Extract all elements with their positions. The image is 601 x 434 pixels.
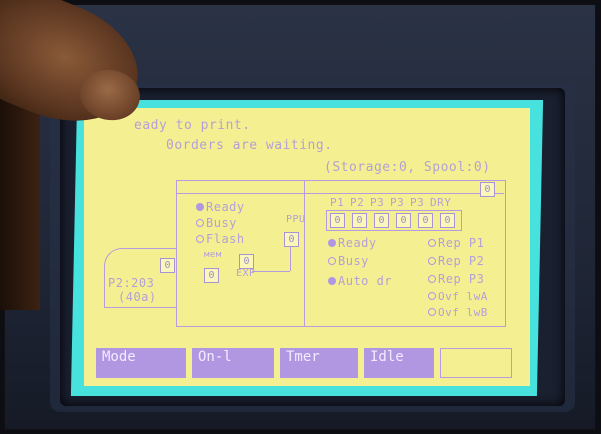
orders-message: 0orders are waiting. <box>166 138 333 153</box>
photo: eady to print. 0orders are waiting. (Sto… <box>0 0 601 434</box>
counter-cell: 0 <box>418 213 433 228</box>
empty-dot-icon <box>196 219 204 227</box>
exp-value: 0 <box>204 268 219 283</box>
header-p2: P2 <box>350 196 365 209</box>
status-panel-divider <box>176 193 304 194</box>
status-panel-right-divider <box>304 193 504 194</box>
header-dry: DRY <box>430 196 452 209</box>
lcd-screen: eady to print. 0orders are waiting. (Sto… <box>84 108 530 386</box>
mode-button[interactable]: Mode <box>96 348 186 378</box>
status-ovfl-a: Ovf lwA <box>428 290 488 303</box>
exp-connector <box>252 271 290 272</box>
empty-dot-icon <box>428 308 436 316</box>
status-rep-p1: Rep P1 <box>428 236 484 250</box>
status-flash: Flash <box>196 232 245 246</box>
counter-cell: 0 <box>440 213 455 228</box>
filled-dot-icon <box>196 203 204 211</box>
status-message: eady to print. <box>134 118 251 133</box>
empty-dot-icon <box>428 292 436 300</box>
blank-button[interactable] <box>440 348 512 378</box>
header-p3: P3 <box>370 196 385 209</box>
counter-cell: 0 <box>330 213 345 228</box>
mem-label: мем <box>204 250 222 260</box>
status-auto-dry: Auto dr <box>328 274 392 288</box>
mem-value: 0 <box>239 254 254 269</box>
status-rep-p2: Rep P2 <box>428 254 484 268</box>
idle-button[interactable]: Idle <box>364 348 434 378</box>
paper-size: (40a) <box>118 290 157 304</box>
counter-cell: 0 <box>352 213 367 228</box>
counter-cell: 0 <box>396 213 411 228</box>
ppu-value: 0 <box>284 232 299 247</box>
paper-label: P2:203 <box>108 276 155 290</box>
status-rep-p3: Rep P3 <box>428 272 484 286</box>
filled-dot-icon <box>328 277 336 285</box>
empty-dot-icon <box>196 235 204 243</box>
top-right-value: 0 <box>480 182 495 197</box>
empty-dot-icon <box>428 257 436 265</box>
status-ovfl-b: Ovf lwB <box>428 306 488 319</box>
ppu-label: PPU <box>286 214 306 225</box>
status-ready-right: Ready <box>328 236 377 250</box>
header-p1: P1 <box>330 196 345 209</box>
status-busy-right: Busy <box>328 254 369 268</box>
on-line-button[interactable]: On-l <box>192 348 274 378</box>
status-ready: Ready <box>196 200 245 214</box>
filled-dot-icon <box>328 239 336 247</box>
header-p3b: P3 <box>390 196 405 209</box>
empty-dot-icon <box>328 257 336 265</box>
storage-spool-message: (Storage:0, Spool:0) <box>324 160 491 175</box>
counter-cell: 0 <box>374 213 389 228</box>
empty-dot-icon <box>428 239 436 247</box>
exp-label: EXP <box>236 268 256 279</box>
ppu-connector <box>290 247 291 271</box>
empty-dot-icon <box>428 275 436 283</box>
timer-button[interactable]: Tmer <box>280 348 358 378</box>
header-p3c: P3 <box>410 196 425 209</box>
status-busy: Busy <box>196 216 237 230</box>
